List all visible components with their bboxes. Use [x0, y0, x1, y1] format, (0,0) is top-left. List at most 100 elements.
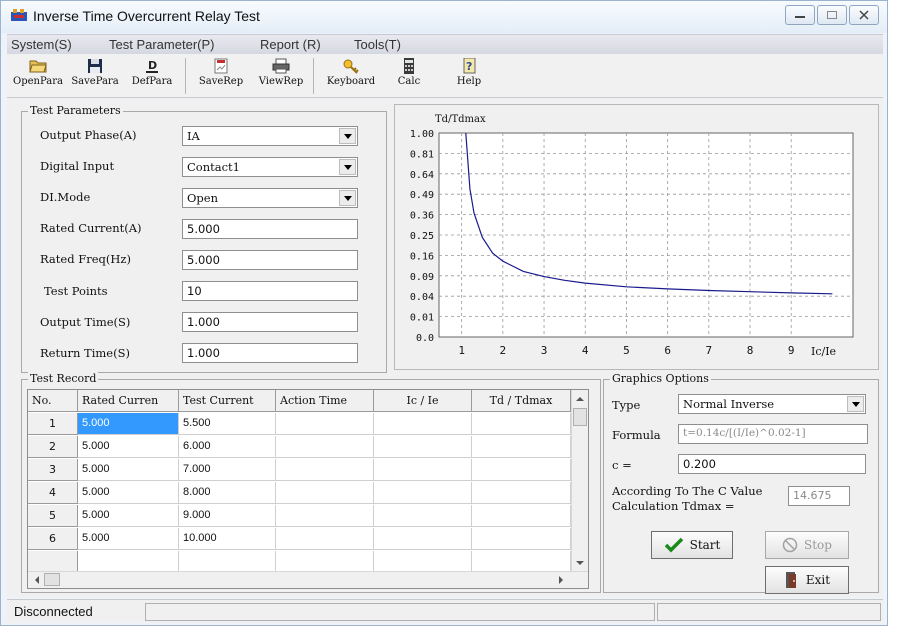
- row-number[interactable]: [28, 551, 78, 573]
- save-rep-button[interactable]: SaveRep: [189, 56, 253, 96]
- table-cell[interactable]: [78, 551, 179, 573]
- return-time-input[interactable]: 1.000: [182, 343, 358, 363]
- calc-button[interactable]: Calc: [387, 56, 431, 96]
- table-cell[interactable]: [276, 459, 374, 481]
- save-rep-label: SaveRep: [198, 76, 244, 87]
- table-cell[interactable]: [276, 436, 374, 458]
- chevron-down-icon[interactable]: [847, 396, 864, 412]
- table-cell[interactable]: [374, 459, 472, 481]
- rated-freq-input[interactable]: 5.000: [182, 250, 358, 270]
- row-number[interactable]: 4: [28, 482, 78, 504]
- menu-system[interactable]: System(S): [11, 37, 72, 52]
- table-cell[interactable]: [276, 505, 374, 527]
- column-header[interactable]: Action Time: [276, 390, 374, 412]
- save-para-label: SavePara: [71, 76, 119, 87]
- start-button[interactable]: Start: [651, 531, 733, 559]
- exit-button[interactable]: Exit: [765, 566, 849, 594]
- test-points-input[interactable]: 10: [182, 281, 358, 301]
- table-cell[interactable]: [472, 459, 571, 481]
- table-cell[interactable]: [276, 551, 374, 573]
- column-header[interactable]: Test Current: [179, 390, 276, 412]
- minimize-button[interactable]: [785, 5, 815, 25]
- table-cell[interactable]: [374, 505, 472, 527]
- def-para-button[interactable]: D DefPara: [125, 56, 179, 96]
- table-cell[interactable]: [374, 528, 472, 550]
- menu-tools[interactable]: Tools(T): [354, 37, 401, 52]
- table-cell[interactable]: [472, 413, 571, 435]
- table-cell[interactable]: 5.000: [78, 482, 179, 504]
- column-header[interactable]: Rated Curren: [78, 390, 179, 412]
- chevron-down-icon[interactable]: [339, 190, 356, 206]
- column-header[interactable]: No.: [28, 390, 78, 412]
- scroll-down-icon[interactable]: [572, 556, 588, 570]
- table-cell[interactable]: 5.000: [78, 528, 179, 550]
- table-cell[interactable]: [276, 413, 374, 435]
- table-cell[interactable]: 5.000: [78, 505, 179, 527]
- view-rep-button[interactable]: ViewRep: [253, 56, 309, 96]
- table-cell[interactable]: 5.000: [78, 459, 179, 481]
- table-cell[interactable]: [472, 436, 571, 458]
- stop-button[interactable]: Stop: [765, 531, 849, 559]
- row-number[interactable]: 6: [28, 528, 78, 550]
- vertical-scrollbar[interactable]: [571, 390, 588, 572]
- row-number[interactable]: 3: [28, 459, 78, 481]
- di-mode-select[interactable]: Open: [182, 188, 358, 208]
- folder-open-icon: [29, 60, 47, 73]
- chevron-down-icon[interactable]: [339, 159, 356, 175]
- table-cell[interactable]: [374, 482, 472, 504]
- output-time-input[interactable]: 1.000: [182, 312, 358, 332]
- maximize-button[interactable]: [817, 5, 847, 25]
- scroll-left-icon[interactable]: [30, 572, 44, 588]
- row-number[interactable]: 5: [28, 505, 78, 527]
- row-number[interactable]: 2: [28, 436, 78, 458]
- curve-chart-panel: 1.00 0.81 0.64 0.49 0.36 0.25 0.16 0.09 0.04 0.01…: [394, 104, 879, 370]
- table-cell[interactable]: 6.000: [179, 436, 276, 458]
- view-rep-label: ViewRep: [258, 76, 304, 87]
- table-cell[interactable]: 7.000: [179, 459, 276, 481]
- output-phase-select[interactable]: IA: [182, 126, 358, 146]
- table-cell[interactable]: [472, 551, 571, 573]
- y-tick-label: 0.81: [410, 149, 434, 160]
- help-button[interactable]: ? Help: [447, 56, 491, 96]
- menu-report[interactable]: Report (R): [260, 37, 321, 52]
- table-cell[interactable]: 10.000: [179, 528, 276, 550]
- type-select[interactable]: Normal Inverse: [678, 394, 866, 414]
- table-cell[interactable]: [374, 413, 472, 435]
- chevron-down-icon[interactable]: [339, 128, 356, 144]
- table-cell[interactable]: [179, 551, 276, 573]
- scroll-thumb[interactable]: [573, 408, 587, 426]
- close-button[interactable]: [849, 5, 879, 25]
- calc-label: Calc: [397, 76, 421, 87]
- graphics-options-title: Graphics Options: [610, 372, 711, 385]
- table-cell[interactable]: [276, 482, 374, 504]
- stop-icon: [782, 537, 798, 553]
- table-cell[interactable]: [374, 551, 472, 573]
- scroll-thumb[interactable]: [44, 573, 60, 586]
- save-para-button[interactable]: SavePara: [67, 56, 123, 96]
- x-tick-label: 9: [788, 344, 795, 357]
- table-cell[interactable]: [472, 505, 571, 527]
- horizontal-scrollbar[interactable]: [28, 571, 588, 588]
- table-cell[interactable]: 5.000: [78, 413, 179, 435]
- table-cell[interactable]: [472, 482, 571, 504]
- scroll-up-icon[interactable]: [572, 392, 588, 406]
- scroll-right-icon[interactable]: [554, 572, 568, 588]
- c-input[interactable]: 0.200: [678, 454, 866, 474]
- row-number[interactable]: 1: [28, 413, 78, 435]
- keyboard-button[interactable]: Keyboard: [319, 56, 383, 96]
- rated-current-input[interactable]: 5.000: [182, 219, 358, 239]
- open-para-button[interactable]: OpenPara: [11, 56, 65, 96]
- column-header[interactable]: Td / Tdmax: [472, 390, 571, 412]
- column-header[interactable]: Ic / Ie: [374, 390, 472, 412]
- rated-freq-label: Rated Freq(Hz): [40, 252, 131, 266]
- table-cell[interactable]: [472, 528, 571, 550]
- table-cell[interactable]: 9.000: [179, 505, 276, 527]
- y-tick-label: 0.49: [410, 190, 434, 201]
- table-cell[interactable]: 8.000: [179, 482, 276, 504]
- table-cell[interactable]: [276, 528, 374, 550]
- digital-input-select[interactable]: Contact1: [182, 157, 358, 177]
- table-cell[interactable]: 5.000: [78, 436, 179, 458]
- table-cell[interactable]: [374, 436, 472, 458]
- table-cell[interactable]: 5.500: [179, 413, 276, 435]
- menu-test-parameter[interactable]: Test Parameter(P): [109, 37, 214, 52]
